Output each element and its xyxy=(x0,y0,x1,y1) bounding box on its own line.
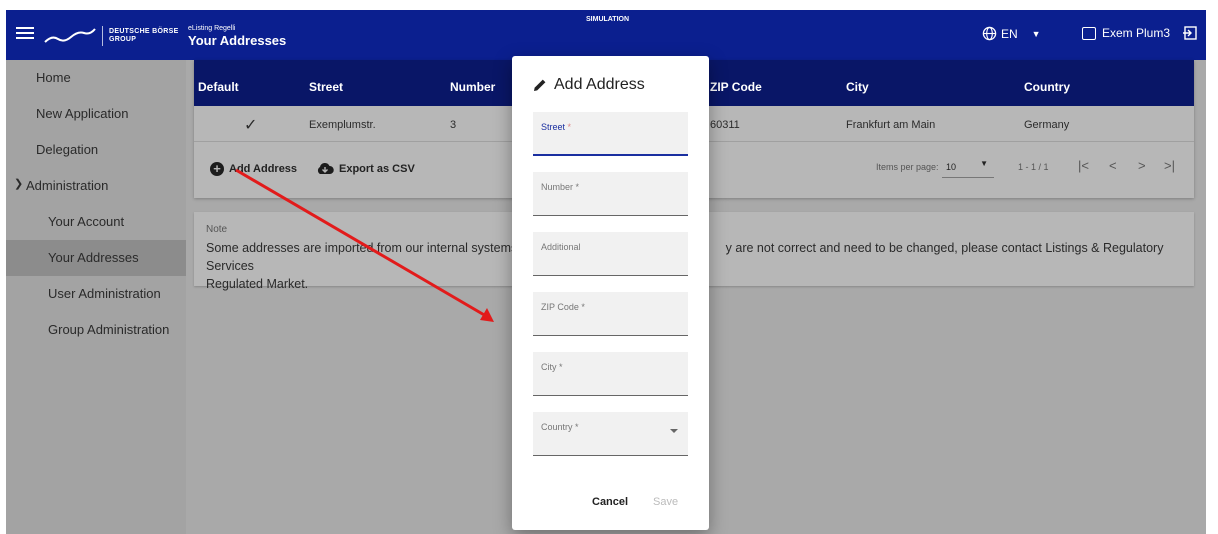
cloud-download-icon xyxy=(317,162,334,174)
chevron-down-icon: ❯ xyxy=(14,178,24,190)
note-title: Note xyxy=(206,224,228,235)
country-select[interactable]: Country * xyxy=(533,412,688,456)
column-header-city[interactable]: City xyxy=(846,80,869,94)
chevron-down-icon: ▼ xyxy=(1031,28,1041,39)
column-header-country[interactable]: Country xyxy=(1024,80,1070,94)
sidebar-item-label: New Application xyxy=(36,106,129,121)
sidebar-item-label: Group Administration xyxy=(48,322,170,337)
sidebar-item-group-administration[interactable]: Group Administration xyxy=(6,312,186,348)
top-app-bar: DEUTSCHE BÖRSE GROUP eListing Regelli Yo… xyxy=(6,10,1206,60)
app-subtitle: eListing Regelli xyxy=(188,25,236,32)
note-text-line2: Regulated Market. xyxy=(206,277,309,291)
chevron-down-icon xyxy=(670,429,678,433)
user-name: Exem Plum3 xyxy=(1102,26,1171,40)
street-field[interactable]: Street * xyxy=(533,112,688,156)
additional-label: Additional xyxy=(541,242,581,252)
required-mark: * xyxy=(567,122,572,132)
next-page-icon[interactable]: > xyxy=(1138,158,1146,173)
default-check-icon: ✓ xyxy=(244,117,258,134)
items-per-page-value: 10 xyxy=(946,162,957,172)
sidebar-item-user-administration[interactable]: User Administration xyxy=(6,276,186,312)
user-menu[interactable]: Exem Plum3 xyxy=(1082,26,1170,40)
page-title: Your Addresses xyxy=(188,33,287,48)
add-circle-icon: + xyxy=(210,162,224,176)
cell-number: 3 xyxy=(450,119,457,131)
logo-wave-icon xyxy=(44,28,96,43)
deutsche-boerse-logo[interactable]: DEUTSCHE BÖRSE GROUP xyxy=(44,24,184,48)
sidebar-item-label: User Administration xyxy=(48,286,161,301)
column-header-zip-code[interactable]: ZIP Code xyxy=(710,80,762,94)
save-button[interactable]: Save xyxy=(653,496,678,508)
add-address-dialog: Add Address Street * Number * Additional… xyxy=(512,56,709,530)
additional-input[interactable] xyxy=(541,254,671,266)
zip-code-input[interactable] xyxy=(541,314,671,326)
country-label: Country * xyxy=(541,422,579,432)
column-header-default[interactable]: Default xyxy=(198,80,239,94)
first-page-icon[interactable]: |< xyxy=(1078,158,1089,173)
sidebar-item-administration[interactable]: ❯ Administration xyxy=(6,168,186,204)
number-field[interactable]: Number * xyxy=(533,172,688,216)
menu-icon[interactable] xyxy=(16,24,34,44)
logo-line1: DEUTSCHE BÖRSE xyxy=(109,28,179,35)
language-code: EN xyxy=(1001,26,1018,41)
cell-street: Exemplumstr. xyxy=(309,119,376,131)
language-selector[interactable]: EN ▼ xyxy=(982,26,1041,41)
sidebar-item-label: Your Addresses xyxy=(48,250,139,265)
cell-city: Frankfurt am Main xyxy=(846,119,936,131)
dialog-title-text: Add Address xyxy=(554,76,645,93)
export-csv-label: Export as CSV xyxy=(339,162,415,175)
sidebar-item-label: Administration xyxy=(26,178,109,193)
chevron-down-icon: ▼ xyxy=(980,159,988,168)
street-label: Street * xyxy=(541,122,571,132)
cell-zip-code: 60311 xyxy=(710,119,740,131)
street-input[interactable] xyxy=(541,134,671,146)
items-per-page-select[interactable]: 10 ▼ xyxy=(942,156,994,178)
sidebar-item-delegation[interactable]: Delegation xyxy=(6,132,186,168)
previous-page-icon[interactable]: < xyxy=(1109,158,1117,173)
number-input[interactable] xyxy=(541,194,671,206)
logo-line2: GROUP xyxy=(109,36,137,43)
logout-icon[interactable] xyxy=(1182,25,1198,41)
cell-country: Germany xyxy=(1024,119,1070,131)
last-page-icon[interactable]: >| xyxy=(1164,158,1175,173)
sidebar-item-label: Your Account xyxy=(48,214,125,229)
sidebar-item-home[interactable]: Home xyxy=(6,60,186,96)
sidebar-item-label: Delegation xyxy=(36,142,99,157)
city-field[interactable]: City * xyxy=(533,352,688,396)
add-address-button[interactable]: + Add Address xyxy=(210,162,297,176)
column-header-street[interactable]: Street xyxy=(309,80,343,94)
sidebar-item-your-account[interactable]: Your Account xyxy=(6,204,186,240)
items-per-page-label: Items per page: xyxy=(876,162,939,172)
additional-field[interactable]: Additional xyxy=(533,232,688,276)
city-input[interactable] xyxy=(541,374,671,386)
add-address-label: Add Address xyxy=(229,163,298,175)
column-header-number[interactable]: Number xyxy=(450,80,495,94)
globe-icon xyxy=(982,26,997,41)
cancel-button[interactable]: Cancel xyxy=(592,496,628,508)
sidebar-item-your-addresses[interactable]: Your Addresses xyxy=(6,240,186,276)
export-csv-button[interactable]: Export as CSV xyxy=(316,162,415,175)
logo-divider xyxy=(102,26,103,46)
pencil-icon xyxy=(534,79,546,91)
zip-code-field[interactable]: ZIP Code * xyxy=(533,292,688,336)
environment-label: SIMULATION xyxy=(586,16,630,23)
sidebar: Home New Application Delegation ❯ Admini… xyxy=(6,60,186,534)
sidebar-item-new-application[interactable]: New Application xyxy=(6,96,186,132)
user-card-icon xyxy=(1082,26,1096,40)
number-label: Number * xyxy=(541,182,580,192)
note-text-part1: Some addresses are imported from our int… xyxy=(206,241,528,255)
logo-text: DEUTSCHE BÖRSE GROUP xyxy=(109,28,179,44)
city-label: City * xyxy=(541,362,563,372)
street-label-text: Street xyxy=(541,122,566,132)
zip-code-label: ZIP Code * xyxy=(541,302,585,312)
page-range-label: 1 - 1 / 1 xyxy=(1018,162,1049,172)
sidebar-item-label: Home xyxy=(36,70,71,85)
dialog-title: Add Address xyxy=(532,76,645,94)
